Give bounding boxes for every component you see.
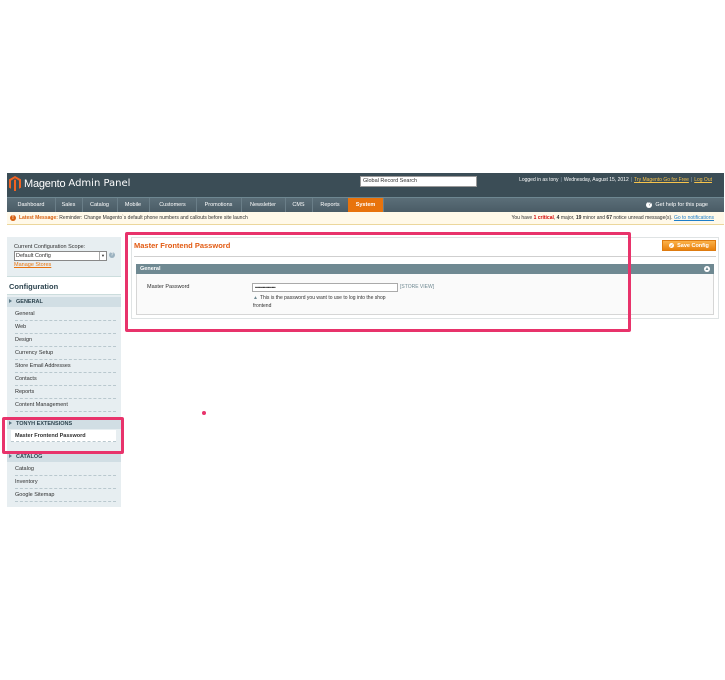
section-label: CATALOG — [16, 454, 43, 460]
help-icon[interactable]: ? — [109, 252, 115, 258]
save-config-button[interactable]: ✓ Save Config — [662, 240, 716, 251]
triangle-icon — [9, 454, 12, 458]
nav-dashboard[interactable]: Dashboard — [7, 198, 56, 212]
date-text: Wednesday, August 15, 2012 — [563, 177, 629, 183]
nav-sales[interactable]: Sales — [55, 198, 83, 212]
nav-customers[interactable]: Customers — [149, 198, 197, 212]
sidebar-item-reports[interactable]: Reports — [15, 386, 116, 399]
sidebar-item-design[interactable]: Design — [15, 334, 116, 347]
logo-tag: Admin Panel — [68, 178, 131, 189]
header-links: Logged in as tony | Wednesday, August 15, … — [519, 177, 712, 183]
latest-message-label: Latest Message: — [19, 215, 58, 221]
annotation-dot — [202, 411, 206, 415]
main-nav: Dashboard Sales Catalog Mobile Customers… — [7, 197, 724, 212]
message-bar: ! Latest Message: Reminder: Change Magen… — [7, 212, 724, 225]
check-icon: ✓ — [669, 243, 675, 249]
sidebar-item-inventory[interactable]: Inventory — [15, 476, 116, 489]
sidebar-item-currency-setup[interactable]: Currency Setup — [15, 347, 116, 360]
minor-count: 19 — [575, 215, 582, 221]
major-label: major, — [560, 215, 575, 221]
critical-count: 1 critical — [533, 215, 554, 221]
latest-message-text: Reminder: Change Magento`s default phone… — [59, 215, 248, 221]
chevron-down-icon: ▼ — [99, 252, 106, 260]
section-general[interactable]: GENERAL — [7, 297, 121, 307]
logout-link[interactable]: Log Out — [694, 177, 712, 183]
scope-value: Default Config — [16, 253, 51, 259]
sidebar-item-general[interactable]: General — [15, 308, 116, 321]
sidebar-item-content-management[interactable]: Content Management — [15, 399, 116, 412]
admin-header: Magento Admin Panel Global Record Search… — [7, 173, 724, 197]
collapse-icon[interactable]: ▲ — [704, 266, 710, 272]
major-count: 4 — [556, 215, 560, 221]
admin-screenshot: Magento Admin Panel Global Record Search… — [7, 173, 724, 507]
scope-label: Current Configuration Scope: — [14, 244, 86, 250]
nav-newsletter[interactable]: Newsletter — [241, 198, 286, 212]
notice-count: 67 — [606, 215, 612, 221]
nav-catalog[interactable]: Catalog — [82, 198, 118, 212]
sidebar-item-google-sitemap[interactable]: Google Sitemap — [15, 489, 116, 502]
nav-cms[interactable]: CMS — [285, 198, 313, 212]
section-label: GENERAL — [16, 299, 43, 305]
triangle-icon — [9, 299, 12, 303]
magento-logo-icon — [9, 176, 21, 191]
logo-name: Magento — [24, 177, 66, 190]
minor-label: minor and — [582, 215, 606, 221]
notification-summary: You have 1 critical, 4 major, 19 minor a… — [511, 215, 714, 221]
notification-prefix: You have — [511, 215, 533, 221]
alert-icon: ! — [10, 215, 16, 221]
nav-system[interactable]: System — [348, 198, 384, 212]
save-config-label: Save Config — [677, 243, 709, 249]
configuration-title: Configuration — [7, 276, 121, 295]
nav-mobile[interactable]: Mobile — [117, 198, 150, 212]
logged-in-text: Logged in as tony — [519, 177, 559, 183]
latest-message: Latest Message: Reminder: Change Magento… — [19, 212, 248, 224]
highlight-main-form — [125, 232, 631, 332]
config-sidebar: Current Configuration Scope: Default Con… — [7, 237, 121, 507]
global-search-input[interactable]: Global Record Search — [360, 176, 477, 187]
go-to-notifications-link[interactable]: Go to notifications — [674, 215, 714, 221]
sidebar-item-catalog[interactable]: Catalog — [15, 463, 116, 476]
scope-select[interactable]: Default Config ▼ — [14, 251, 107, 261]
sidebar-item-store-email-addresses[interactable]: Store Email Addresses — [15, 360, 116, 373]
help-link[interactable]: ? Get help for this page — [646, 198, 708, 212]
highlight-sidebar-item — [2, 417, 124, 454]
nav-promotions[interactable]: Promotions — [196, 198, 242, 212]
help-icon: ? — [646, 201, 653, 208]
notice-label: notice unread message(s). — [613, 215, 673, 221]
sidebar-item-web[interactable]: Web — [15, 321, 116, 334]
sidebar-item-contacts[interactable]: Contacts — [15, 373, 116, 386]
help-text: Get help for this page — [655, 202, 708, 208]
nav-reports[interactable]: Reports — [312, 198, 349, 212]
magento-logo[interactable]: Magento Admin Panel — [9, 176, 130, 191]
try-magento-link[interactable]: Try Magento Go for Free — [634, 177, 689, 183]
manage-stores-link[interactable]: Manage Stores — [14, 262, 51, 268]
